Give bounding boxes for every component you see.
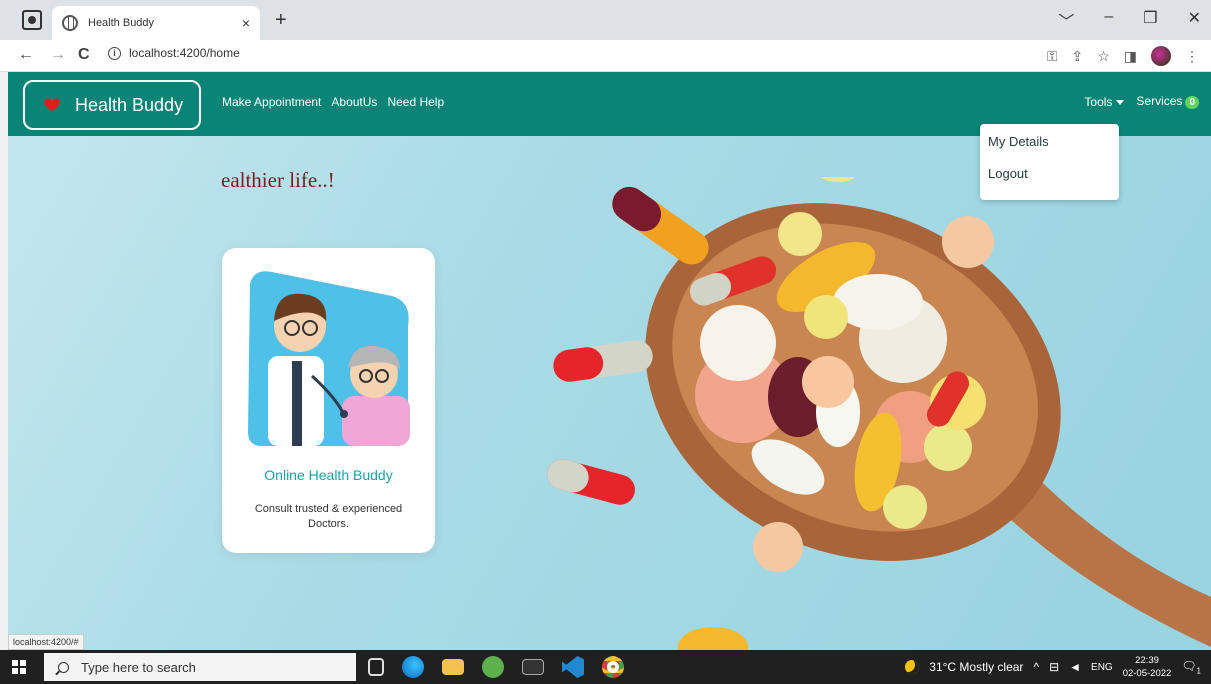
network-icon[interactable]: ⊟: [1049, 660, 1059, 674]
forward-button[interactable]: →: [50, 46, 66, 64]
info-icon[interactable]: i: [108, 46, 121, 60]
reload-button[interactable]: C: [78, 46, 90, 64]
url-text: localhost:4200/home: [129, 46, 240, 60]
card-description: Consult trusted & experienced Doctors.: [254, 503, 403, 530]
card-title[interactable]: Online Health Buddy: [222, 467, 435, 483]
spring-tool-icon[interactable]: [482, 656, 504, 678]
browser-tab[interactable]: Health Buddy ×: [52, 6, 260, 40]
doctor-patient-illustration: [248, 271, 410, 446]
new-tab-button[interactable]: +: [275, 9, 287, 32]
windows-start-icon[interactable]: [12, 660, 26, 674]
search-placeholder: Type here to search: [81, 659, 196, 675]
close-window-button[interactable]: ✕: [1188, 8, 1201, 32]
key-icon[interactable]: ⚿: [1047, 48, 1058, 65]
tab-close-icon[interactable]: ×: [242, 15, 250, 31]
services-link[interactable]: Services 0: [1136, 94, 1199, 109]
nav-about-us[interactable]: AboutUs: [331, 95, 377, 109]
tab-title: Health Buddy: [88, 17, 155, 29]
browser-tab-strip: Health Buddy × + ﹀ – ❐ ✕: [0, 0, 1211, 40]
profile-avatar[interactable]: [1151, 46, 1171, 66]
taskbar-search-box[interactable]: Type here to search: [44, 653, 356, 681]
file-explorer-icon[interactable]: [442, 659, 464, 675]
task-view-icon[interactable]: [368, 658, 384, 676]
tools-dropdown-toggle[interactable]: Tools: [1084, 94, 1125, 109]
star-icon[interactable]: ☆: [1097, 48, 1110, 65]
brand-name: Health Buddy: [75, 94, 184, 115]
clock-time: 22:39: [1135, 655, 1159, 666]
notification-count: 1: [1196, 666, 1201, 676]
restore-button[interactable]: ❐: [1143, 8, 1157, 32]
vscode-icon[interactable]: [562, 656, 584, 678]
app-viewport: Health Buddy Make Appointment AboutUs Ne…: [8, 72, 1211, 650]
brand-logo[interactable]: Health Buddy: [23, 80, 201, 130]
nav-make-appointment[interactable]: Make Appointment: [222, 95, 321, 109]
back-button[interactable]: ←: [18, 46, 34, 64]
windows-taskbar: Type here to search 31°C Mostly clear ^ …: [0, 650, 1211, 684]
hero-tagline: ealthier life..!: [221, 168, 335, 192]
globe-icon: [62, 15, 78, 31]
weather-moon-icon: [905, 660, 920, 674]
chrome-icon[interactable]: [602, 656, 624, 678]
language-indicator[interactable]: ENG: [1091, 662, 1113, 673]
tools-dropdown-menu: My Details Logout: [980, 124, 1119, 200]
minimize-button[interactable]: –: [1104, 8, 1113, 32]
service-card[interactable]: Online Health Buddy Consult trusted & ex…: [222, 248, 435, 553]
services-count-badge: 0: [1185, 96, 1199, 109]
tab-search-icon[interactable]: ﹀: [1058, 8, 1074, 32]
url-field[interactable]: i localhost:4200/home: [108, 46, 240, 60]
heart-icon: [45, 99, 59, 111]
caret-down-icon: [1116, 99, 1125, 105]
clock-date: 02-05-2022: [1122, 668, 1172, 679]
edge-icon[interactable]: [402, 656, 424, 678]
menu-icon[interactable]: ⋮: [1185, 48, 1199, 65]
status-url-tooltip: localhost:4200/#: [8, 634, 84, 650]
pills-spoon-illustration: [547, 177, 1211, 650]
services-label: Services: [1136, 94, 1183, 108]
sidepanel-icon[interactable]: ◨: [1124, 48, 1137, 65]
weather-text[interactable]: 31°C Mostly clear: [929, 660, 1023, 674]
chevron-up-icon[interactable]: ^: [1033, 660, 1039, 674]
share-icon[interactable]: ⇪: [1071, 48, 1083, 65]
search-icon: [58, 661, 69, 673]
notification-icon[interactable]: 🗨1: [1181, 659, 1201, 675]
dropdown-item-my-details[interactable]: My Details: [988, 134, 1111, 166]
dropdown-item-logout[interactable]: Logout: [988, 166, 1111, 198]
terminal-icon[interactable]: [522, 659, 544, 675]
address-bar: ← → C i localhost:4200/home ⚿ ⇪ ☆ ◨ ⋮: [0, 40, 1211, 72]
taskbar-clock[interactable]: 22:39 02-05-2022: [1123, 654, 1172, 680]
tools-label: Tools: [1084, 94, 1113, 109]
speaker-icon[interactable]: ◄: [1069, 660, 1081, 674]
nav-need-help[interactable]: Need Help: [387, 95, 444, 109]
window-menu-icon[interactable]: [22, 10, 42, 30]
